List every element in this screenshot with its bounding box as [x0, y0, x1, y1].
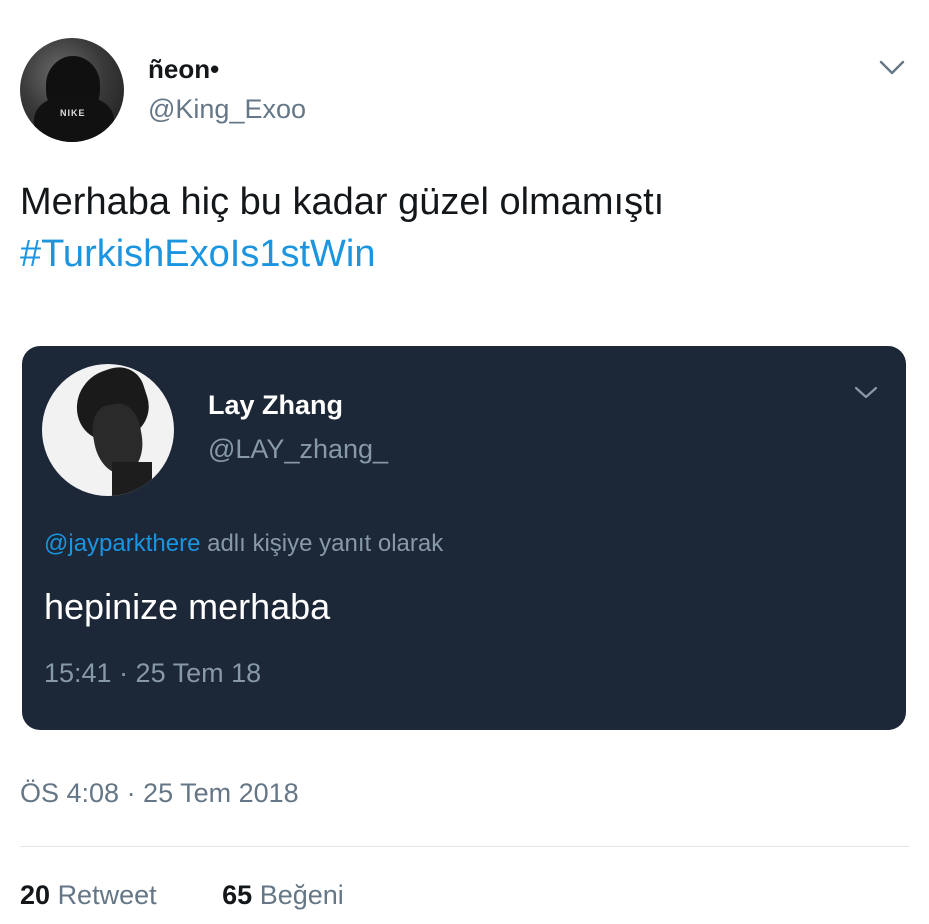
- author-avatar[interactable]: NIKE: [20, 38, 124, 142]
- quoted-author-avatar[interactable]: [42, 364, 174, 496]
- retweet-count: 20: [20, 880, 51, 910]
- avatar-shirt-logo: NIKE: [60, 108, 86, 118]
- quoted-author-handle[interactable]: @LAY_zhang_: [208, 434, 388, 465]
- like-count: 65: [222, 880, 253, 910]
- retweets-stat[interactable]: 20 Retweet: [20, 880, 157, 911]
- quoted-tweet-card[interactable]: Lay Zhang @LAY_zhang_ @jayparkthere adlı…: [22, 346, 906, 730]
- retweet-label: Retweet: [57, 880, 157, 910]
- tweet-body: Merhaba hiç bu kadar güzel olmamıştı #Tu…: [20, 176, 664, 280]
- quoted-tweet-timestamp[interactable]: 15:41 · 25 Tem 18: [44, 658, 261, 689]
- tweet-stats: 20 Retweet 65 Beğeni: [20, 880, 344, 911]
- quoted-tweet-text: hepinize merhaba: [44, 586, 331, 627]
- avatar-figure-body: [34, 96, 114, 142]
- avatar-portrait-neck: [112, 462, 152, 496]
- author-display-name[interactable]: ñeon•: [148, 54, 219, 85]
- tweet-text: Merhaba hiç bu kadar güzel olmamıştı: [20, 181, 665, 223]
- reply-context: @jayparkthere adlı kişiye yanıt olarak: [44, 530, 443, 558]
- reply-context-label: adlı kişiye yanıt olarak: [200, 530, 444, 557]
- tweet-timestamp[interactable]: ÖS 4:08 · 25 Tem 2018: [20, 778, 299, 809]
- hashtag-link[interactable]: #TurkishExoIs1stWin: [20, 228, 664, 280]
- reply-mention-link[interactable]: @jayparkthere: [44, 530, 200, 557]
- divider: [20, 846, 909, 847]
- like-label: Beğeni: [259, 880, 344, 910]
- likes-stat[interactable]: 65 Beğeni: [222, 880, 344, 911]
- author-handle[interactable]: @King_Exoo: [148, 94, 306, 125]
- chevron-down-icon[interactable]: [854, 386, 878, 402]
- quoted-author-display-name[interactable]: Lay Zhang: [208, 390, 343, 421]
- tweet-header: NIKE ñeon• @King_Exoo: [20, 38, 909, 142]
- chevron-down-icon[interactable]: [879, 60, 905, 78]
